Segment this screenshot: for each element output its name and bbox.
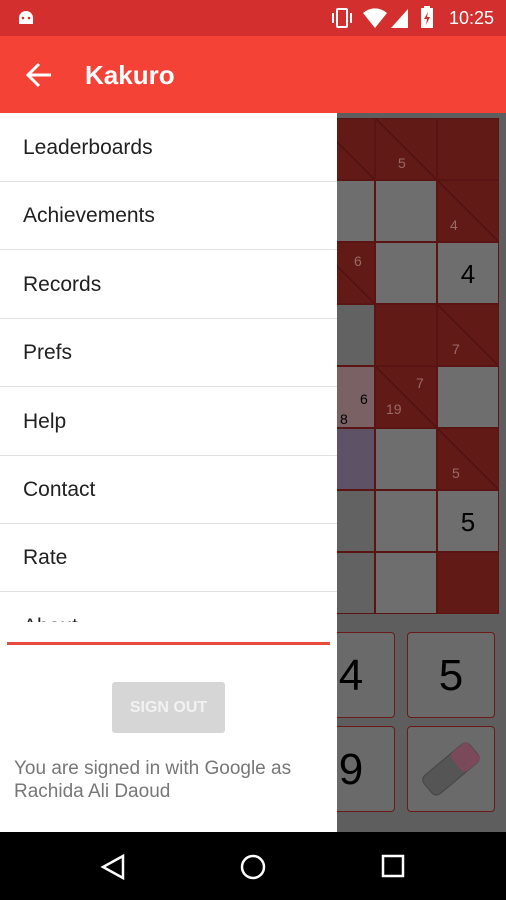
signal-icon <box>391 9 408 28</box>
key-5[interactable]: 5 <box>407 632 495 718</box>
clue-number: 19 <box>386 401 402 417</box>
vibrate-icon <box>332 8 352 28</box>
wifi-icon <box>363 8 387 28</box>
clue-cell: 7 19 <box>375 366 437 428</box>
menu-item-about[interactable]: About <box>0 593 337 622</box>
board-cell[interactable] <box>375 180 437 242</box>
diagonal-line <box>438 429 498 489</box>
clue-cell <box>437 552 499 614</box>
diagonal-line <box>376 367 436 427</box>
menu-item-leaderboards[interactable]: Leaderboards <box>0 114 337 182</box>
menu-list-clip: About <box>0 593 337 622</box>
cell-value: 4 <box>460 259 476 289</box>
android-debug-icon <box>19 11 33 24</box>
diagonal-line <box>376 119 436 179</box>
clue-cell: 5 <box>437 428 499 490</box>
clue-number: 7 <box>416 375 424 391</box>
clue-cell: 7 <box>437 304 499 366</box>
battery-charging-icon <box>421 6 433 28</box>
status-bar: 10:25 <box>0 0 506 36</box>
clue-number: 6 <box>354 253 362 269</box>
navigation-drawer: Leaderboards Achievements Records Prefs … <box>0 113 337 832</box>
system-nav-bar <box>0 832 506 900</box>
board-cell[interactable] <box>375 490 437 552</box>
clock: 10:25 <box>448 8 494 28</box>
back-icon[interactable] <box>100 853 126 881</box>
key-label: 4 <box>338 651 364 700</box>
board-cell[interactable] <box>375 428 437 490</box>
diagonal-line <box>438 305 498 365</box>
key-label: 5 <box>438 651 464 700</box>
clue-number: 5 <box>452 465 460 481</box>
menu-item-help[interactable]: Help <box>0 388 337 456</box>
divider <box>7 642 330 645</box>
menu-item-contact[interactable]: Contact <box>0 456 337 524</box>
board-cell[interactable] <box>375 242 437 304</box>
clue-cell <box>375 304 437 366</box>
key-label: 9 <box>338 745 364 794</box>
clue-number: 6 <box>360 391 368 407</box>
menu-item-achievements[interactable]: Achievements <box>0 182 337 250</box>
recents-icon[interactable] <box>381 854 405 878</box>
home-icon[interactable] <box>239 853 267 881</box>
menu-item-records[interactable]: Records <box>0 251 337 319</box>
clue-number: 5 <box>398 155 406 171</box>
signed-in-text: You are signed in with Google as Rachida… <box>14 758 292 802</box>
app-title: Kakuro <box>85 60 175 90</box>
board-cell[interactable] <box>437 366 499 428</box>
board-cell[interactable]: 5 <box>437 490 499 552</box>
eraser-icon <box>422 742 480 796</box>
menu-item-prefs[interactable]: Prefs <box>0 319 337 387</box>
board-cell[interactable] <box>375 552 437 614</box>
board-cell[interactable]: 4 <box>437 242 499 304</box>
clue-cell: 4 <box>437 180 499 242</box>
sign-out-button[interactable]: SIGN OUT <box>112 682 225 733</box>
diagonal-line <box>438 181 498 241</box>
kakuro-board: 546847687198595 4 5 9 <box>307 113 506 832</box>
eraser-button[interactable] <box>407 726 495 812</box>
clue-cell <box>437 118 499 180</box>
arrow-left-icon[interactable] <box>24 60 54 90</box>
cell-value: 5 <box>460 507 476 537</box>
clue-cell: 5 <box>375 118 437 180</box>
clue-number: 7 <box>452 341 460 357</box>
clue-number: 8 <box>340 411 348 427</box>
app-bar: Kakuro <box>0 36 506 113</box>
menu-item-rate[interactable]: Rate <box>0 524 337 592</box>
clue-number: 4 <box>450 217 458 233</box>
